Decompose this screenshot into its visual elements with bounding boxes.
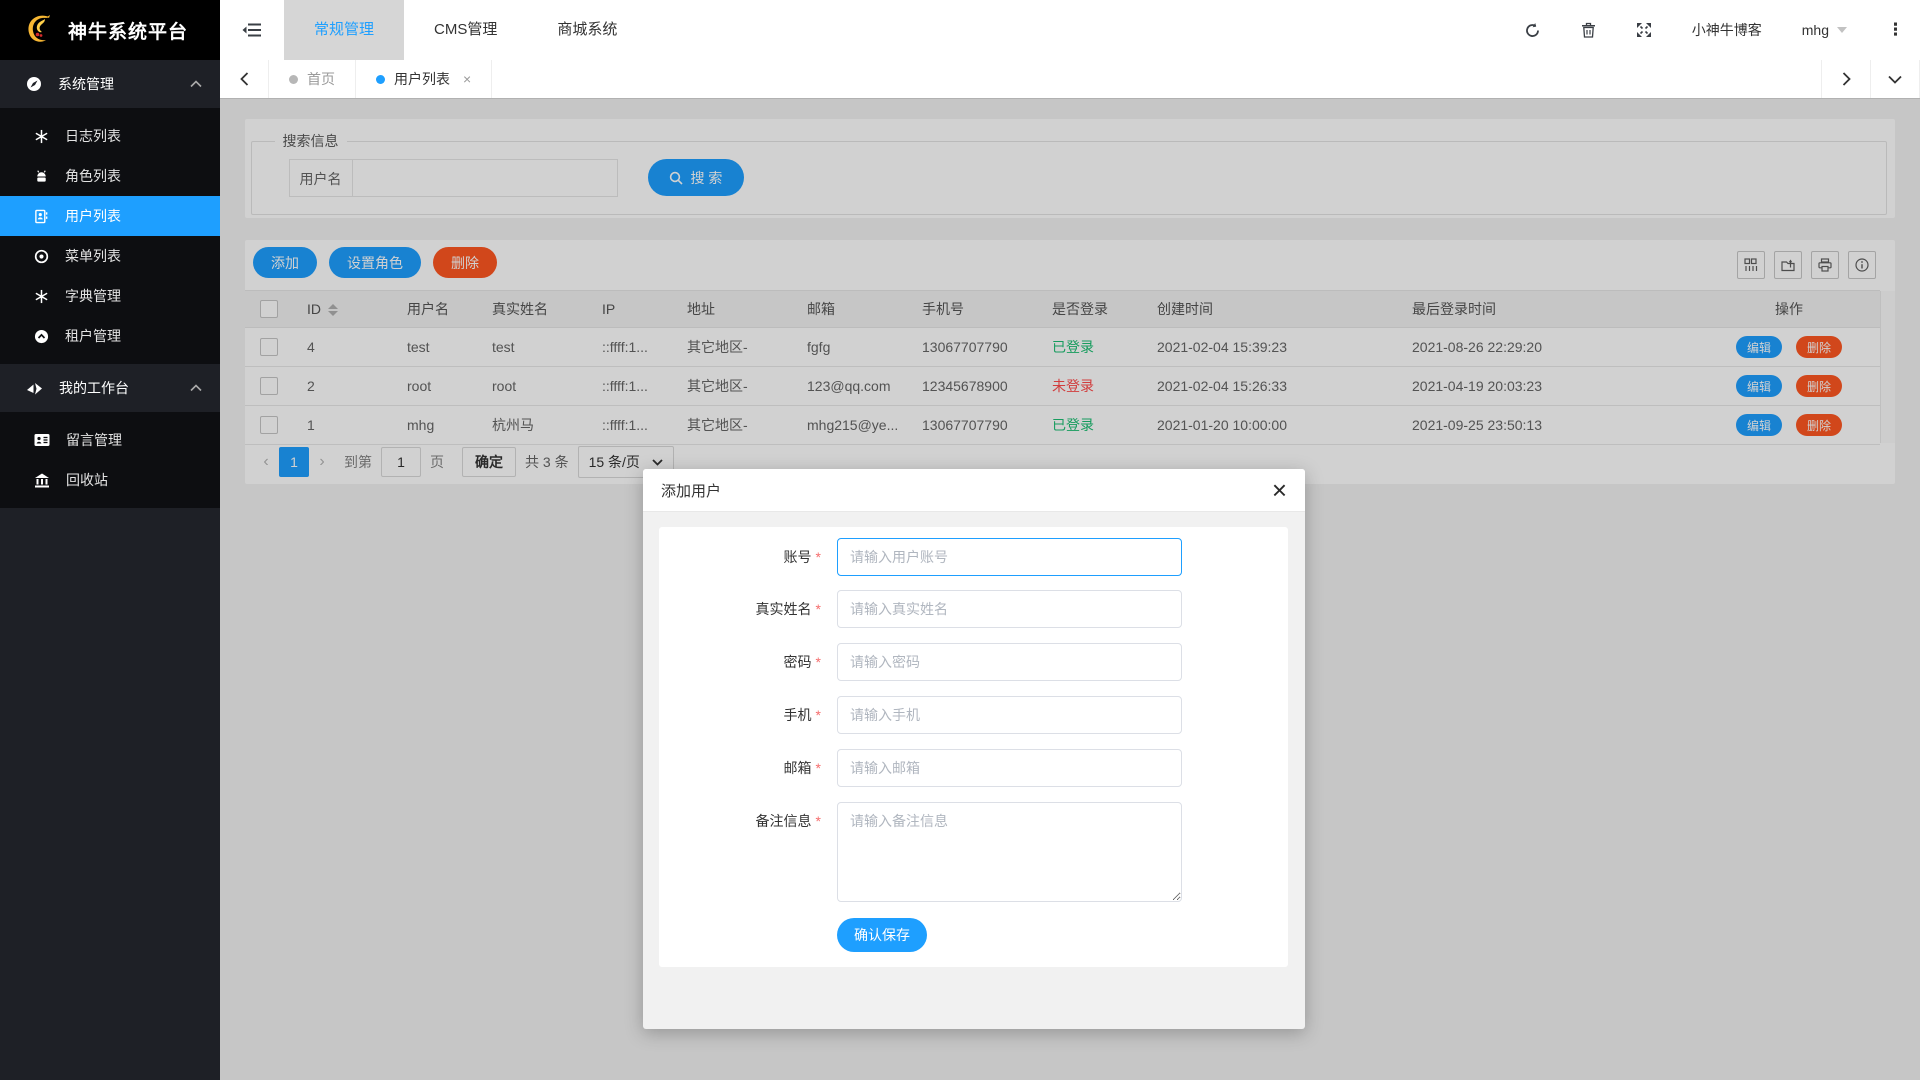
account-label: 账号 (784, 549, 812, 565)
sidebar-item-messages[interactable]: 留言管理 (0, 420, 220, 460)
sidebar-item-label: 留言管理 (66, 430, 122, 450)
username: mhg (1802, 22, 1829, 38)
tab-dot-icon (289, 75, 298, 84)
compass-icon (26, 76, 42, 92)
phone-label: 手机 (784, 707, 812, 723)
record-icon (34, 249, 49, 264)
confirm-save-button[interactable]: 确认保存 (837, 918, 927, 952)
page-tab-home[interactable]: 首页 (269, 60, 356, 98)
modal-header: 添加用户 × (643, 469, 1305, 512)
sidebar-item-label: 字典管理 (65, 286, 121, 306)
required-mark: * (816, 813, 821, 829)
sidebar: 神牛系统平台 系统管理 日志列表 角色列表 用户列表 (0, 0, 220, 1080)
add-user-form: 账号* 真实姓名* 密码* 手机* 邮箱* 备注信息* 确认保存 (659, 527, 1288, 967)
email-label: 邮箱 (784, 760, 812, 776)
page-tab-label: 用户列表 (394, 69, 450, 89)
password-label: 密码 (784, 654, 812, 670)
sidebar-submenu-workbench: 留言管理 回收站 (0, 412, 220, 508)
snowflake-icon (34, 129, 49, 144)
brand-title: 神牛系统平台 (68, 17, 188, 44)
sidebar-item-label: 角色列表 (65, 166, 121, 186)
sidebar-item-label: 日志列表 (65, 126, 121, 146)
phone-input[interactable] (837, 696, 1182, 734)
topbar-right: 小神牛博客 mhg ⋮ (1524, 20, 1920, 40)
remark-textarea[interactable] (837, 802, 1182, 902)
android-icon (34, 169, 49, 184)
required-mark: * (816, 549, 821, 565)
required-mark: * (816, 654, 821, 670)
sidebar-item-menus[interactable]: 菜单列表 (0, 236, 220, 276)
wings-icon (26, 381, 43, 396)
bank-icon (34, 473, 50, 488)
add-user-modal: 添加用户 × 账号* 真实姓名* 密码* 手机* 邮箱* 备注信息* 确认保存 (643, 469, 1305, 1029)
sidebar-group-label: 系统管理 (58, 74, 114, 94)
sidebar-item-roles[interactable]: 角色列表 (0, 156, 220, 196)
trash-icon[interactable] (1581, 22, 1596, 38)
user-menu[interactable]: mhg (1802, 22, 1847, 38)
fullscreen-icon[interactable] (1636, 22, 1652, 38)
sidebar-item-label: 回收站 (66, 470, 108, 490)
page-tab-label: 首页 (307, 69, 335, 89)
top-nav-tab-mall[interactable]: 商城系统 (527, 0, 647, 60)
page-tab-user-list[interactable]: 用户列表 × (356, 60, 492, 98)
top-nav-tab-general[interactable]: 常规管理 (284, 0, 404, 60)
close-tab-icon[interactable]: × (463, 71, 471, 87)
circle-up-icon (34, 329, 49, 344)
sidebar-group-workbench[interactable]: 我的工作台 (0, 364, 220, 412)
required-mark: * (816, 760, 821, 776)
page-tabbar: 首页 用户列表 × (220, 60, 1920, 99)
realname-input[interactable] (837, 590, 1182, 628)
chevron-down-icon (1837, 27, 1847, 33)
chevron-up-icon (190, 80, 202, 88)
contacts-icon (34, 209, 49, 224)
refresh-icon[interactable] (1524, 22, 1541, 39)
password-input[interactable] (837, 643, 1182, 681)
top-nav-tab-cms[interactable]: CMS管理 (404, 0, 527, 60)
sidebar-group-label: 我的工作台 (59, 378, 129, 398)
tabs-scroll-right-icon[interactable] (1821, 60, 1870, 98)
sidebar-submenu-system: 日志列表 角色列表 用户列表 菜单列表 字典管理 (0, 108, 220, 364)
more-options-icon[interactable]: ⋮ (1887, 20, 1904, 40)
realname-label: 真实姓名 (756, 601, 812, 617)
brand-bird-logo-icon (22, 13, 56, 47)
sidebar-item-tenants[interactable]: 租户管理 (0, 316, 220, 356)
tabs-scroll-left-icon[interactable] (220, 60, 269, 98)
brand[interactable]: 神牛系统平台 (0, 0, 220, 60)
sidebar-item-label: 租户管理 (65, 326, 121, 346)
required-mark: * (816, 707, 821, 723)
snowflake-icon (34, 289, 49, 304)
sidebar-item-logs[interactable]: 日志列表 (0, 116, 220, 156)
idcard-icon (34, 433, 50, 447)
tabs-menu-icon[interactable] (1870, 60, 1920, 98)
sidebar-item-label: 菜单列表 (65, 246, 121, 266)
sidebar-group-system[interactable]: 系统管理 (0, 60, 220, 108)
modal-title: 添加用户 (661, 480, 721, 501)
sidebar-item-label: 用户列表 (65, 206, 121, 226)
collapse-sidebar-icon[interactable] (220, 0, 284, 60)
close-modal-icon[interactable]: × (1272, 480, 1287, 500)
account-input[interactable] (837, 538, 1182, 576)
topbar: 常规管理 CMS管理 商城系统 小神牛博客 mhg ⋮ (220, 0, 1920, 60)
remark-label: 备注信息 (756, 813, 812, 829)
blog-link[interactable]: 小神牛博客 (1692, 20, 1762, 40)
sidebar-item-dictionary[interactable]: 字典管理 (0, 276, 220, 316)
sidebar-item-users[interactable]: 用户列表 (0, 196, 220, 236)
required-mark: * (816, 601, 821, 617)
email-input[interactable] (837, 749, 1182, 787)
tab-dot-icon (376, 75, 385, 84)
chevron-up-icon (190, 384, 202, 392)
sidebar-item-recycle-bin[interactable]: 回收站 (0, 460, 220, 500)
